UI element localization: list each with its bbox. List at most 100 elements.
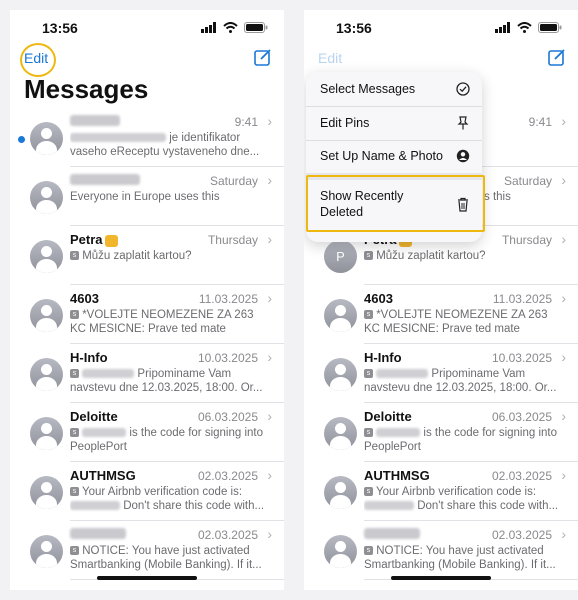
chevron-right-icon: › xyxy=(267,467,272,483)
compose-icon[interactable] xyxy=(548,48,566,66)
message-preview: s Your Airbnb verification code is: Don'… xyxy=(70,485,272,513)
pin-icon xyxy=(457,116,469,130)
message-preview: s NOTICE: You have just activated Smartb… xyxy=(364,545,556,571)
unread-dot xyxy=(18,136,25,143)
message-date: 02.03.2025 xyxy=(197,528,258,542)
contact-name: H-Info xyxy=(70,350,108,365)
conversation-row[interactable]: H-Info 10.03.2025 › s Pripominame Vam na… xyxy=(304,344,578,403)
sms-icon: s xyxy=(364,428,373,438)
cellular-signal-icon xyxy=(201,22,216,33)
avatar xyxy=(30,358,63,391)
conversation-row[interactable]: Petra Thursday › s Můžu zaplatit kartou? xyxy=(10,226,284,285)
conversation-row[interactable]: Deloitte 06.03.2025 › s is the code for … xyxy=(10,403,284,462)
wifi-icon xyxy=(517,22,532,33)
contact-name xyxy=(70,527,126,542)
message-date: 02.03.2025 xyxy=(197,469,258,483)
cellular-signal-icon xyxy=(495,22,510,33)
conversation-row[interactable]: AUTHMSG 02.03.2025 › s Your Airbnb verif… xyxy=(10,462,284,521)
chevron-right-icon: › xyxy=(267,408,272,424)
message-date: 10.03.2025 xyxy=(491,351,552,365)
message-date: 06.03.2025 xyxy=(491,410,552,424)
home-indicator xyxy=(97,576,197,580)
avatar: P xyxy=(324,240,357,273)
chevron-right-icon: › xyxy=(561,290,566,306)
avatar xyxy=(324,535,357,568)
contact-name: AUTHMSG xyxy=(70,468,136,483)
message-preview: s Pripominame Vam navstevu dne 12.03.202… xyxy=(70,368,263,394)
message-date: Saturday xyxy=(209,174,258,188)
message-date: 02.03.2025 xyxy=(491,528,552,542)
contact-name: Deloitte xyxy=(70,409,118,424)
avatar xyxy=(30,535,63,568)
avatar xyxy=(324,476,357,509)
avatar xyxy=(324,358,357,391)
contact-name xyxy=(70,114,120,129)
sms-icon: s xyxy=(70,487,79,497)
checkmark-circle-icon xyxy=(456,82,470,96)
status-bar: 13:56 xyxy=(10,20,284,40)
chevron-right-icon: › xyxy=(561,349,566,365)
message-date: 02.03.2025 xyxy=(491,469,552,483)
chevron-right-icon: › xyxy=(267,231,272,247)
contact-name xyxy=(364,527,420,542)
contact-name: 4603 xyxy=(70,291,99,306)
person-circle-icon xyxy=(456,149,470,163)
conversation-row[interactable]: 02.03.2025 › s NOTICE: You have just act… xyxy=(10,521,284,580)
sms-icon: s xyxy=(364,310,373,320)
conversation-row[interactable]: Deloitte 06.03.2025 › s is the code for … xyxy=(304,403,578,462)
chevron-right-icon: › xyxy=(267,172,272,188)
chevron-right-icon: › xyxy=(267,349,272,365)
chevron-right-icon: › xyxy=(561,467,566,483)
avatar xyxy=(30,417,63,450)
message-preview: s is the code for signing into PeoplePor… xyxy=(364,427,558,453)
conversation-row[interactable]: 02.03.2025 › s NOTICE: You have just act… xyxy=(304,521,578,580)
status-time: 13:56 xyxy=(336,20,372,36)
compose-icon[interactable] xyxy=(254,48,272,66)
conversation-row[interactable]: Saturday › Everyone in Europe uses this xyxy=(10,167,284,226)
messages-screen-right: 13:56 Edit 9:41 › Saturday › s this P Th… xyxy=(304,10,578,590)
message-preview: s is the code for signing into PeoplePor… xyxy=(70,427,264,453)
wifi-icon xyxy=(223,22,238,33)
avatar xyxy=(30,476,63,509)
conversation-row[interactable]: 9:41 › je identifikator vaseho eReceptu … xyxy=(10,108,284,167)
message-preview: s this xyxy=(484,191,511,203)
message-preview: s Your Airbnb verification code is: Don'… xyxy=(364,485,566,513)
battery-icon xyxy=(244,22,268,33)
sms-icon: s xyxy=(70,369,79,379)
edit-button[interactable]: Edit xyxy=(24,50,48,66)
message-date: Thursday xyxy=(501,233,552,247)
edit-button[interactable]: Edit xyxy=(318,50,342,66)
contact-name: H-Info xyxy=(364,350,402,365)
chevron-right-icon: › xyxy=(267,113,272,129)
avatar xyxy=(30,299,63,332)
conversation-row[interactable]: H-Info 10.03.2025 › s Pripominame Vam na… xyxy=(10,344,284,403)
message-preview: Everyone in Europe uses this xyxy=(70,191,220,203)
conversation-list: 9:41 › je identifikator vaseho eReceptu … xyxy=(10,108,284,580)
conversation-row[interactable]: AUTHMSG 02.03.2025 › s Your Airbnb verif… xyxy=(304,462,578,521)
sms-icon: s xyxy=(70,546,79,556)
chevron-right-icon: › xyxy=(267,526,272,542)
contact-name: 4603 xyxy=(364,291,393,306)
sms-icon: s xyxy=(70,428,79,438)
chevron-right-icon: › xyxy=(561,408,566,424)
conversation-row[interactable]: 4603 11.03.2025 › s *VOLEJTE NEOMEZENE Z… xyxy=(10,285,284,344)
message-preview: s NOTICE: You have just activated Smartb… xyxy=(70,545,262,571)
chevron-right-icon: › xyxy=(561,231,566,247)
page-title: Messages xyxy=(24,74,149,104)
sms-icon: s xyxy=(70,251,79,261)
sms-icon: s xyxy=(364,546,373,556)
sms-icon: s xyxy=(364,369,373,379)
messages-screen-left: 13:56 Edit Messages 9:41 › je identifika… xyxy=(10,10,284,590)
contact-name: AUTHMSG xyxy=(364,468,430,483)
avatar xyxy=(30,122,63,155)
message-preview: s *VOLEJTE NEOMEZENE ZA 263 KC MESICNE: … xyxy=(364,309,548,335)
avatar xyxy=(324,417,357,450)
message-date: Saturday xyxy=(503,174,552,188)
contact-name: Deloitte xyxy=(364,409,412,424)
message-date: 06.03.2025 xyxy=(197,410,258,424)
recently-deleted-highlight xyxy=(306,175,485,232)
message-date: 9:41 xyxy=(234,115,258,129)
conversation-row[interactable]: 4603 11.03.2025 › s *VOLEJTE NEOMEZENE Z… xyxy=(304,285,578,344)
message-preview: s Pripominame Vam navstevu dne 12.03.202… xyxy=(364,368,557,394)
message-date: 9:41 xyxy=(528,115,552,129)
